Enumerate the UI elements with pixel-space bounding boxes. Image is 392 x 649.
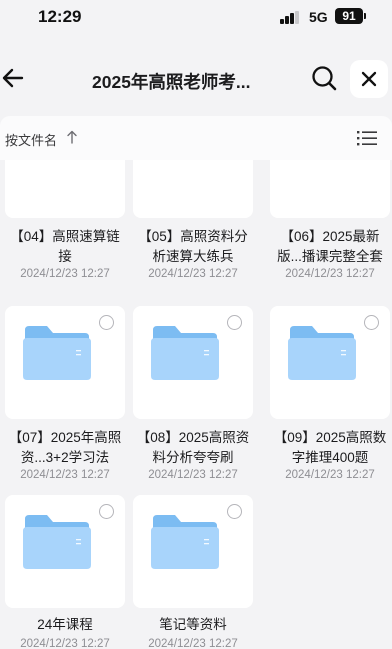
close-icon <box>361 71 377 87</box>
select-checkbox[interactable] <box>364 315 379 330</box>
signal-icon <box>280 11 300 24</box>
close-button[interactable] <box>350 60 388 98</box>
folder-name: 【07】2025年高照资...3+2学习法 <box>8 430 122 465</box>
folder-date: 2024/12/23 12:27 <box>148 469 238 481</box>
folder-date: 2024/12/23 12:27 <box>285 469 375 481</box>
folder-item[interactable]: 【04】高照速算链接 2024/12/23 12:27 <box>5 160 135 285</box>
folder-thumbnail <box>270 160 390 218</box>
battery-level: 91 <box>342 9 356 23</box>
select-checkbox[interactable] <box>99 315 114 330</box>
folder-item[interactable]: 【05】高照资料分析速算大练兵 2024/12/23 12:27 <box>133 160 263 285</box>
folder-icon <box>21 326 91 380</box>
search-button[interactable] <box>310 64 338 92</box>
list-view-icon[interactable] <box>356 128 378 148</box>
status-bar: 12:29 5G 91 <box>0 0 392 34</box>
folder-name: 【05】高照资料分析速算大练兵 <box>138 229 248 264</box>
select-checkbox[interactable] <box>227 504 242 519</box>
folder-name: 【08】2025高照资料分析夸夸刷 <box>136 430 250 465</box>
nav-bar: 2025年高照老师考... <box>0 34 392 112</box>
folder-name: 【04】高照速算链接 <box>10 229 120 264</box>
folder-date: 2024/12/23 12:27 <box>20 638 110 649</box>
folder-name: 【06】2025最新版...播课完整全套 <box>277 229 383 264</box>
folder-item[interactable]: 【08】2025高照资料分析夸夸刷 2024/12/23 12:27 <box>133 306 263 486</box>
arrow-up-icon[interactable] <box>67 130 77 144</box>
folder-item[interactable]: 笔记等资料 2024/12/23 12:27 <box>133 495 263 649</box>
folder-name: 24年课程 <box>37 617 93 632</box>
folder-date: 2024/12/23 12:27 <box>20 268 110 280</box>
folder-date: 2024/12/23 12:27 <box>285 268 375 280</box>
search-icon <box>312 66 337 91</box>
folder-date: 2024/12/23 12:27 <box>148 268 238 280</box>
select-checkbox[interactable] <box>227 315 242 330</box>
page-title: 2025年高照老师考... <box>92 72 251 92</box>
file-grid: 【04】高照速算链接 2024/12/23 12:27 【05】高照资料分析速算大练… <box>0 160 392 649</box>
folder-item[interactable]: 【09】2025高照数字推理400题 2024/12/23 12:27 <box>270 306 392 486</box>
select-checkbox[interactable] <box>99 504 114 519</box>
sort-by-name-button[interactable]: 按文件名 <box>5 130 57 149</box>
back-button[interactable] <box>0 64 28 92</box>
folder-name: 笔记等资料 <box>159 617 227 632</box>
folder-item[interactable]: 【07】2025年高照资...3+2学习法 2024/12/23 12:27 <box>5 306 135 486</box>
status-time: 12:29 <box>38 7 82 26</box>
folder-icon <box>149 326 219 380</box>
battery-icon: 91 <box>335 8 366 24</box>
folder-thumbnail <box>5 160 125 218</box>
folder-icon <box>21 515 91 569</box>
sort-bar: 按文件名 <box>0 116 392 160</box>
folder-name: 【09】2025高照数字推理400题 <box>273 430 387 465</box>
folder-date: 2024/12/23 12:27 <box>20 469 110 481</box>
folder-icon <box>149 515 219 569</box>
network-type: 5G <box>309 9 328 25</box>
folder-icon <box>286 326 356 380</box>
folder-item[interactable]: 24年课程 2024/12/23 12:27 <box>5 495 135 649</box>
folder-thumbnail <box>133 160 253 218</box>
folder-item[interactable]: 【06】2025最新版...播课完整全套 2024/12/23 12:27 <box>270 160 392 285</box>
arrow-left-icon <box>2 68 24 88</box>
folder-date: 2024/12/23 12:27 <box>148 638 238 649</box>
